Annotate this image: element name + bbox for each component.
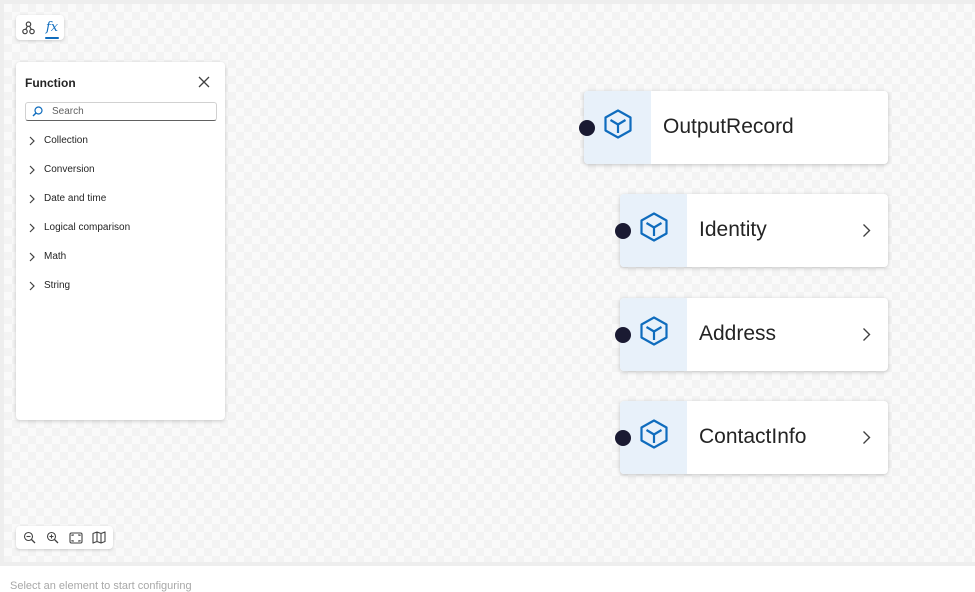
schema-view-button[interactable] <box>17 17 39 39</box>
node-label: ContactInfo <box>699 425 807 448</box>
node-label: OutputRecord <box>663 115 794 138</box>
function-category-conversion[interactable]: Conversion <box>16 155 225 184</box>
minimap-button[interactable] <box>89 528 109 548</box>
function-category-label: Logical comparison <box>44 222 131 233</box>
cube-icon <box>603 109 632 139</box>
chevron-right-icon <box>29 281 35 290</box>
zoom-out-icon <box>24 531 36 544</box>
chevron-right-icon <box>29 252 35 261</box>
status-message: Select an element to start configuring <box>10 580 192 592</box>
chevron-right-icon <box>29 165 35 174</box>
chevron-right-icon[interactable] <box>862 223 871 238</box>
function-category-label: Math <box>44 251 67 262</box>
function-icon: fx <box>45 20 59 35</box>
connector-handle-contactinfo[interactable] <box>615 430 631 446</box>
chevron-right-icon[interactable] <box>862 430 871 445</box>
function-category-label: String <box>44 280 71 291</box>
function-category-label: Conversion <box>44 164 95 175</box>
schema-node-contactinfo[interactable]: ContactInfo <box>620 401 888 474</box>
cube-icon <box>639 212 668 242</box>
schema-node-outputrecord[interactable]: OutputRecord <box>584 91 888 164</box>
function-panel-title: Function <box>25 76 76 90</box>
connector-handle-identity[interactable] <box>615 223 631 239</box>
zoom-controls <box>16 526 113 549</box>
chevron-right-icon <box>29 136 35 145</box>
zoom-in-button[interactable] <box>43 528 63 548</box>
schema-node-identity[interactable]: Identity <box>620 194 888 267</box>
function-category-string[interactable]: String <box>16 271 225 300</box>
function-search-input[interactable] <box>52 106 202 117</box>
configuration-status-bar: Select an element to start configuring <box>0 566 975 592</box>
cube-icon <box>639 419 668 449</box>
function-panel: Function Collection Conversion Date and … <box>16 62 225 420</box>
function-category-math[interactable]: Math <box>16 242 225 271</box>
minimap-icon <box>92 531 106 544</box>
function-category-label: Collection <box>44 135 88 146</box>
cube-icon <box>639 316 668 346</box>
function-category-logical-comparison[interactable]: Logical comparison <box>16 213 225 242</box>
function-search-box <box>25 102 217 121</box>
function-view-button[interactable]: fx <box>41 17 63 39</box>
schema-node-address[interactable]: Address <box>620 298 888 371</box>
search-icon <box>32 106 43 117</box>
schema-icon <box>21 20 35 34</box>
node-label: Identity <box>699 218 767 241</box>
view-toolbar: fx <box>16 15 64 40</box>
fit-to-screen-icon <box>69 531 83 544</box>
zoom-in-icon <box>47 531 59 544</box>
function-category-date-and-time[interactable]: Date and time <box>16 184 225 213</box>
chevron-right-icon <box>29 194 35 203</box>
function-category-collection[interactable]: Collection <box>16 126 225 155</box>
function-category-list: Collection Conversion Date and time Logi… <box>16 126 225 300</box>
chevron-right-icon <box>29 223 35 232</box>
close-icon[interactable] <box>197 75 211 89</box>
zoom-out-button[interactable] <box>20 528 40 548</box>
function-category-label: Date and time <box>44 193 107 204</box>
connector-handle-address[interactable] <box>615 327 631 343</box>
fit-to-screen-button[interactable] <box>66 528 86 548</box>
chevron-right-icon[interactable] <box>862 327 871 342</box>
connector-handle-outputrecord[interactable] <box>579 120 595 136</box>
node-label: Address <box>699 322 777 345</box>
